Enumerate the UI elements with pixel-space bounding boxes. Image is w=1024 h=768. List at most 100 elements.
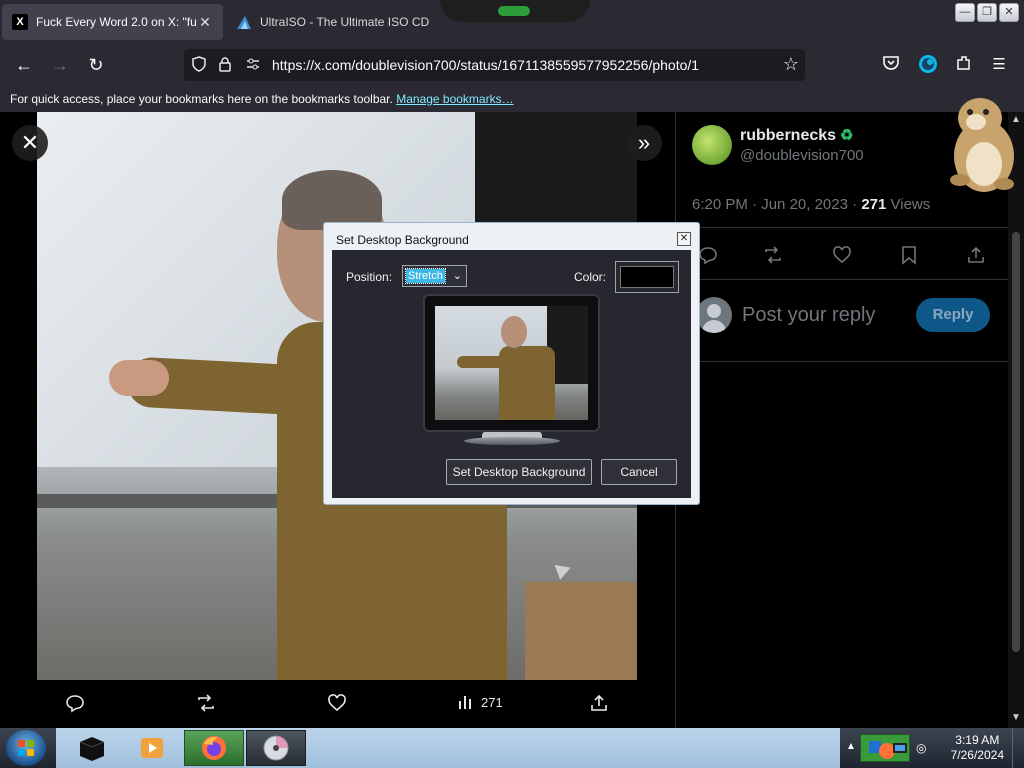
permissions-icon[interactable]	[244, 56, 262, 74]
cancel-button[interactable]: Cancel	[601, 459, 677, 485]
share-icon[interactable]	[589, 693, 609, 713]
scrollbar[interactable]: ▲ ▼	[1008, 112, 1024, 728]
color-picker-button[interactable]	[615, 261, 679, 293]
set-desktop-background-button[interactable]: Set Desktop Background	[446, 459, 592, 485]
clock-date: 7/26/2024	[950, 748, 1004, 762]
extensions-icon[interactable]	[953, 54, 975, 76]
taskbar-clock[interactable]: 3:19 AM 7/26/2024	[951, 733, 1004, 763]
tab-title: Fuck Every Word 2.0 on X: "fuc	[36, 15, 197, 29]
display-name-text: rubbernecks	[740, 127, 837, 144]
url-bar[interactable]: https://x.com/doublevision700/status/167…	[184, 49, 805, 81]
hand	[109, 360, 169, 396]
color-label: Color:	[574, 270, 607, 284]
divider	[676, 279, 1009, 280]
tray-app-group[interactable]	[860, 734, 910, 762]
tweet-time[interactable]: 6:20 PM	[692, 196, 748, 213]
shield-icon[interactable]	[190, 56, 208, 74]
show-desktop-button[interactable]	[1012, 728, 1024, 768]
taskbar-app-firefox[interactable]	[184, 730, 244, 766]
url-text[interactable]: https://x.com/doublevision700/status/167…	[272, 57, 699, 73]
reply-button[interactable]: Reply	[916, 298, 990, 332]
photo-action-bar: 271	[37, 687, 637, 723]
minimize-button[interactable]: —	[955, 3, 975, 22]
position-label: Position:	[346, 270, 393, 284]
like-icon[interactable]	[832, 245, 852, 271]
taskbar-app-ultraiso[interactable]	[246, 730, 306, 766]
taskbar-buttons	[56, 728, 840, 768]
display-name[interactable]: rubbernecks ♻	[740, 126, 854, 145]
dialog-title: Set Desktop Background	[336, 233, 469, 247]
system-tray: ▲ ◎ 3:19 AM 7/26/2024	[840, 728, 1024, 768]
reply-icon[interactable]	[65, 693, 85, 713]
tray-apps-icon	[869, 741, 907, 759]
manage-bookmarks-link[interactable]: Manage bookmarks…	[396, 92, 513, 106]
divider	[676, 227, 1009, 228]
dialog-body: Position: Stretch ⌄ Color: Set Desktop B…	[332, 250, 691, 498]
views-count: 271	[481, 694, 503, 710]
divider	[676, 361, 1009, 362]
user-handle[interactable]: @doublevision700	[740, 147, 864, 164]
share-icon[interactable]	[966, 245, 986, 271]
dialog-close-button[interactable]: ✕	[677, 232, 691, 246]
position-value: Stretch	[405, 268, 446, 284]
black-box-icon	[79, 737, 105, 761]
bookmarks-toolbar: For quick access, place your bookmarks h…	[0, 86, 1024, 112]
tab-ultraiso[interactable]: UltraISO - The Ultimate ISO CD	[226, 4, 444, 40]
preview-screen	[435, 306, 588, 420]
close-window-button[interactable]: ✕	[999, 3, 1019, 22]
nav-bar: ← → ↻ https://x.com/doublevision700/stat…	[0, 44, 1024, 86]
avatar[interactable]	[692, 125, 732, 165]
tab-title: UltraISO - The Ultimate ISO CD	[260, 15, 430, 29]
views-stat[interactable]: 271	[457, 693, 503, 711]
forward-button[interactable]: →	[48, 54, 72, 76]
scroll-down-arrow[interactable]: ▼	[1010, 712, 1022, 723]
wooden-box	[525, 582, 637, 680]
reply-icon[interactable]	[698, 245, 718, 271]
tray-expand-icon[interactable]: ▲	[846, 741, 856, 752]
paper-plane-mark	[554, 560, 574, 580]
close-tab-icon[interactable]: ✕	[197, 14, 213, 31]
bookmark-icon[interactable]	[900, 245, 918, 271]
windows-logo-icon	[18, 740, 34, 756]
back-button[interactable]: ←	[12, 54, 36, 76]
recycle-icon: ♻	[840, 127, 854, 144]
x-logo-icon: X	[12, 14, 28, 30]
scrollbar-thumb[interactable]	[1012, 232, 1020, 652]
bookmark-star-icon[interactable]: ☆	[783, 54, 799, 75]
ultraiso-icon	[236, 14, 252, 30]
media-player-icon	[141, 738, 163, 758]
menu-icon[interactable]: ☰	[988, 54, 1010, 76]
hamster-sticker[interactable]	[940, 92, 1020, 196]
disc-icon	[263, 735, 289, 761]
start-button[interactable]	[6, 730, 46, 766]
reply-input[interactable]: Post your reply	[742, 304, 875, 327]
account-icon[interactable]	[917, 54, 939, 76]
tweet-views-count: 271	[861, 196, 887, 213]
repost-icon[interactable]	[762, 245, 784, 271]
pocket-icon[interactable]	[880, 54, 902, 76]
like-icon[interactable]	[327, 693, 347, 713]
firefox-icon	[202, 736, 226, 760]
monitor-preview	[425, 296, 598, 430]
screen: X Fuck Every Word 2.0 on X: "fuc ✕ Ultra…	[0, 0, 1024, 768]
tweet-date[interactable]: Jun 20, 2023	[761, 196, 848, 213]
indicator-light	[498, 6, 530, 16]
taskbar-app-dark-box[interactable]	[62, 730, 122, 766]
taskbar-app-media-player[interactable]	[122, 730, 182, 766]
monitor-stand	[464, 432, 560, 446]
expand-panel-button[interactable]: »	[626, 125, 662, 161]
window-grip	[440, 0, 590, 22]
color-swatch	[620, 266, 674, 288]
repost-icon[interactable]	[195, 693, 217, 713]
tweet-meta: 6:20 PM · Jun 20, 2023 · 271 Views	[692, 196, 931, 213]
tweet-panel: rubbernecks ♻ @doublevision700 6:20 PM · …	[675, 112, 1009, 728]
tab-x-post[interactable]: X Fuck Every Word 2.0 on X: "fuc ✕	[2, 4, 223, 40]
close-photo-button[interactable]: ✕	[12, 125, 48, 161]
restore-button[interactable]: ❐	[977, 3, 997, 22]
reload-button[interactable]: ↻	[84, 54, 108, 76]
reply-avatar	[696, 297, 732, 333]
lock-icon[interactable]	[216, 56, 234, 74]
network-icon[interactable]: ◎	[916, 741, 926, 755]
taskbar: ▲ ◎ 3:19 AM 7/26/2024	[0, 728, 1024, 768]
position-select[interactable]: Stretch ⌄	[402, 265, 467, 287]
